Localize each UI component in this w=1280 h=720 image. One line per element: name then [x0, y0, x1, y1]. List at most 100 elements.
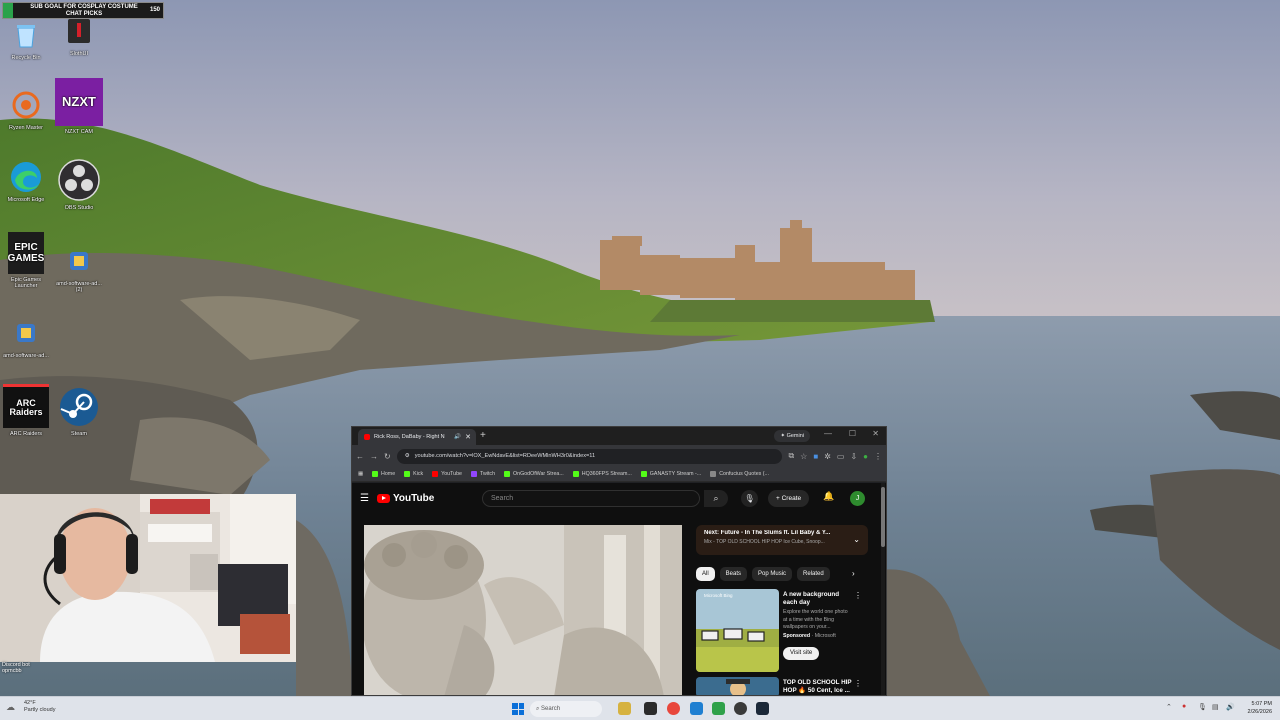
- cast-icon[interactable]: ⧉: [788, 451, 794, 461]
- desktop-icon-epic-games[interactable]: EPIC GAMES Epic Games Launcher: [0, 232, 52, 289]
- ad-description: Explore the world one photo at a time wi…: [783, 609, 848, 630]
- page-scrollbar[interactable]: [881, 483, 885, 695]
- desktop-icon-label: Steam: [71, 431, 87, 437]
- back-icon[interactable]: ←: [356, 452, 364, 461]
- chevron-down-icon[interactable]: ⌄: [853, 535, 860, 544]
- url-text: youtube.com/watch?v=lOX_EwNdavE&list=RDe…: [414, 453, 596, 459]
- youtube-logo[interactable]: YouTube: [376, 493, 434, 504]
- address-bar[interactable]: ⚙ youtube.com/watch?v=lOX_EwNdavE&list=R…: [396, 448, 783, 464]
- bookmark-item[interactable]: GANASTY Stream -...: [640, 471, 701, 477]
- visit-site-button[interactable]: Visit site: [783, 646, 820, 660]
- desktop-icon-amd-software[interactable]: amd-software-ad...: [0, 316, 52, 359]
- desktop-icon-slothui[interactable]: SlothUI: [53, 14, 105, 57]
- video-thumbnail[interactable]: [696, 677, 779, 695]
- desktop-icon-nzxt-cam[interactable]: NZXT NZXT CAM: [53, 78, 105, 135]
- bookmark-item[interactable]: Home: [372, 471, 395, 477]
- notifications-bell-icon[interactable]: 🔔: [823, 491, 834, 502]
- goal-progress-fill: [3, 3, 13, 18]
- tab-title: Rick Ross, DaBaby - Right N: [374, 434, 445, 440]
- tray-network-icon[interactable]: ▤: [1212, 703, 1219, 711]
- taskbar-app-edge-icon[interactable]: [690, 702, 703, 715]
- ad-thumbnail[interactable]: Microsoft Bing: [696, 589, 779, 672]
- minimize-icon[interactable]: —: [824, 429, 832, 438]
- create-button[interactable]: + Create: [768, 490, 810, 507]
- tab-youtube[interactable]: Rick Ross, DaBaby - Right N 🔊 ✕: [358, 429, 476, 445]
- desktop-icon-obs-studio[interactable]: OBS Studio: [53, 158, 105, 211]
- puzzle-icon[interactable]: ✲: [824, 452, 831, 461]
- tray-mic-icon[interactable]: 🎙: [1198, 703, 1207, 711]
- chip-beats[interactable]: Beats: [719, 567, 748, 581]
- scrollbar-thumb[interactable]: [881, 487, 885, 547]
- speaker-icon[interactable]: 🔊: [454, 434, 461, 440]
- hamburger-menu-icon[interactable]: ☰: [360, 493, 369, 504]
- chrome-window[interactable]: Rick Ross, DaBaby - Right N 🔊 ✕ + ✦ Gemi…: [351, 426, 887, 696]
- site-info-icon[interactable]: ⚙: [405, 453, 410, 459]
- bookmark-item[interactable]: OnGodOfWar Strea...: [504, 471, 564, 477]
- chip-all[interactable]: All: [696, 567, 715, 581]
- desktop-icon-label: SlothUI: [69, 51, 89, 57]
- desktop-icon-arc-raiders[interactable]: ARC Raiders ARC Raiders: [0, 384, 52, 437]
- menu-dots-icon[interactable]: ⋮: [874, 452, 882, 461]
- desktop-icon-steam[interactable]: Steam: [53, 386, 105, 437]
- desktop-icon-microsoft-edge[interactable]: Microsoft Edge: [0, 160, 52, 203]
- video-info: TOP OLD SCHOOL HIP HOP 🔥 50 Cent, Ice ..…: [783, 679, 853, 695]
- new-tab-icon[interactable]: +: [480, 430, 486, 441]
- start-button[interactable]: [512, 703, 524, 715]
- slothui-icon: [62, 14, 96, 48]
- youtube-search-input[interactable]: Search: [482, 490, 700, 507]
- desktop-icon-recycle-bin[interactable]: Recycle Bin: [0, 18, 52, 61]
- chip-related[interactable]: Related: [797, 567, 830, 581]
- desktop-icon-amd-software-2[interactable]: amd-software-ad... (2): [53, 244, 105, 293]
- youtube-header: ☰ YouTube Search ⌕ 🎙 + Create 🔔 J: [352, 483, 886, 513]
- amd-installer-icon: [9, 316, 43, 350]
- chip-pop-music[interactable]: Pop Music: [752, 567, 793, 581]
- tab-close-icon[interactable]: ✕: [465, 433, 476, 441]
- bookmark-item[interactable]: Kick: [404, 471, 423, 477]
- bookmark-star-icon[interactable]: ☆: [800, 452, 807, 461]
- bookmark-item[interactable]: Twitch: [471, 471, 495, 477]
- taskbar-clock[interactable]: 5:07 PM 2/26/2026: [1248, 700, 1272, 716]
- taskbar-app-obs-icon[interactable]: [734, 702, 747, 715]
- more-options-icon[interactable]: ⋮: [854, 679, 862, 688]
- bookmark-item[interactable]: YouTube: [432, 471, 462, 477]
- taskbar-app-chrome-icon[interactable]: [667, 702, 680, 715]
- taskbar-search[interactable]: ⌕ Search: [530, 701, 602, 717]
- maximize-icon[interactable]: ☐: [849, 429, 856, 438]
- ad-title: A new background each day: [783, 591, 840, 606]
- reload-icon[interactable]: ↻: [384, 452, 391, 461]
- tab-strip: Rick Ross, DaBaby - Right N 🔊 ✕ + ✦ Gemi…: [352, 427, 886, 445]
- bookmark-item[interactable]: Confucius Quotes (...: [710, 471, 769, 477]
- ad-sponsor-line: Sponsored · Microsoft: [783, 632, 836, 639]
- taskbar-app-terminal-icon[interactable]: [644, 702, 657, 715]
- tray-chevron-up-icon[interactable]: ⌃: [1166, 703, 1172, 711]
- more-options-icon[interactable]: ⋮: [854, 591, 862, 600]
- amd-installer-icon: [62, 244, 96, 278]
- download-icon[interactable]: ⇩: [850, 452, 857, 461]
- video-recommendation[interactable]: TOP OLD SCHOOL HIP HOP 🔥 50 Cent, Ice ..…: [696, 677, 866, 695]
- search-icon[interactable]: ⌕: [704, 490, 728, 507]
- profile-icon[interactable]: ●: [863, 452, 868, 461]
- up-next-card[interactable]: Next: Future - In The Slums ft. Lil Baby…: [696, 525, 868, 555]
- apps-grid-icon[interactable]: ▦: [358, 471, 363, 477]
- tray-volume-icon[interactable]: 🔊: [1226, 703, 1235, 711]
- sponsored-recommendation[interactable]: Microsoft Bing A new background each day…: [696, 589, 866, 675]
- video-player[interactable]: [364, 525, 682, 695]
- desktop-icon-ryzen-master[interactable]: Ryzen Master: [0, 88, 52, 131]
- chevron-right-icon[interactable]: ›: [852, 569, 855, 578]
- gemini-button[interactable]: ✦ Gemini: [774, 430, 810, 442]
- cartoon-thumbnail-image: [696, 677, 779, 695]
- taskbar-app-steam-icon[interactable]: [756, 702, 769, 715]
- microphone-icon[interactable]: 🎙: [741, 490, 758, 507]
- desktop-icon-label: Ryzen Master: [9, 125, 43, 131]
- account-avatar[interactable]: J: [850, 491, 865, 506]
- taskbar-app-xbox-icon[interactable]: [712, 702, 725, 715]
- sidepanel-icon[interactable]: ▭: [837, 452, 845, 461]
- forward-icon[interactable]: →: [370, 452, 378, 461]
- weather-widget[interactable]: 42°F Partly cloudy: [24, 700, 56, 714]
- close-window-icon[interactable]: ✕: [872, 429, 879, 438]
- bookmark-item[interactable]: HQ360FPS Stream...: [572, 471, 632, 477]
- extension-icon[interactable]: ■: [813, 452, 818, 461]
- taskbar-app-copilot-icon[interactable]: [618, 702, 631, 715]
- tray-app-icon[interactable]: ●: [1182, 703, 1186, 710]
- ad-info: A new background each day Explore the wo…: [783, 591, 853, 660]
